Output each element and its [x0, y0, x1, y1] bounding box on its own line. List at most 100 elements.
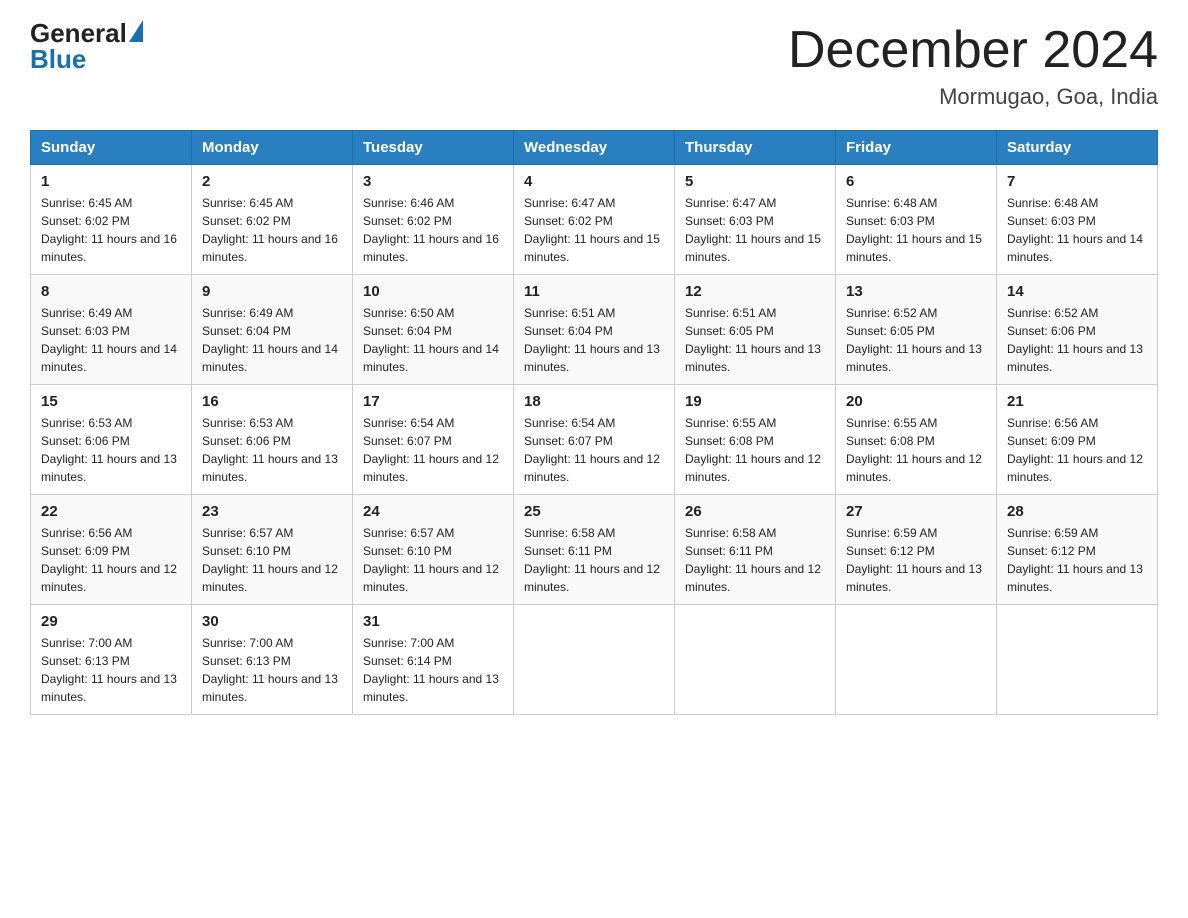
- col-thursday: Thursday: [675, 131, 836, 165]
- day-number: 5: [685, 173, 825, 190]
- day-info: Sunrise: 6:55 AMSunset: 6:08 PMDaylight:…: [685, 414, 825, 486]
- day-number: 26: [685, 503, 825, 520]
- day-number: 1: [41, 173, 181, 190]
- table-row: 17 Sunrise: 6:54 AMSunset: 6:07 PMDaylig…: [353, 385, 514, 495]
- day-number: 2: [202, 173, 342, 190]
- table-row: 23 Sunrise: 6:57 AMSunset: 6:10 PMDaylig…: [192, 495, 353, 605]
- day-info: Sunrise: 6:48 AMSunset: 6:03 PMDaylight:…: [1007, 194, 1147, 266]
- day-number: 15: [41, 393, 181, 410]
- table-row: 12 Sunrise: 6:51 AMSunset: 6:05 PMDaylig…: [675, 275, 836, 385]
- day-info: Sunrise: 6:59 AMSunset: 6:12 PMDaylight:…: [846, 524, 986, 596]
- table-row: 24 Sunrise: 6:57 AMSunset: 6:10 PMDaylig…: [353, 495, 514, 605]
- calendar-table: Sunday Monday Tuesday Wednesday Thursday…: [30, 130, 1158, 715]
- day-number: 11: [524, 283, 664, 300]
- day-number: 22: [41, 503, 181, 520]
- table-row: 28 Sunrise: 6:59 AMSunset: 6:12 PMDaylig…: [997, 495, 1158, 605]
- calendar-header-row: Sunday Monday Tuesday Wednesday Thursday…: [31, 131, 1158, 165]
- page-header: General Blue December 2024 Mormugao, Goa…: [30, 20, 1158, 110]
- day-number: 10: [363, 283, 503, 300]
- col-monday: Monday: [192, 131, 353, 165]
- day-number: 3: [363, 173, 503, 190]
- table-row: 25 Sunrise: 6:58 AMSunset: 6:11 PMDaylig…: [514, 495, 675, 605]
- table-row: 16 Sunrise: 6:53 AMSunset: 6:06 PMDaylig…: [192, 385, 353, 495]
- calendar-week-row: 22 Sunrise: 6:56 AMSunset: 6:09 PMDaylig…: [31, 495, 1158, 605]
- day-info: Sunrise: 6:48 AMSunset: 6:03 PMDaylight:…: [846, 194, 986, 266]
- table-row: 3 Sunrise: 6:46 AMSunset: 6:02 PMDayligh…: [353, 165, 514, 275]
- day-info: Sunrise: 6:49 AMSunset: 6:03 PMDaylight:…: [41, 304, 181, 376]
- day-number: 27: [846, 503, 986, 520]
- day-info: Sunrise: 6:45 AMSunset: 6:02 PMDaylight:…: [41, 194, 181, 266]
- day-number: 12: [685, 283, 825, 300]
- day-number: 28: [1007, 503, 1147, 520]
- day-number: 30: [202, 613, 342, 630]
- day-info: Sunrise: 6:53 AMSunset: 6:06 PMDaylight:…: [202, 414, 342, 486]
- table-row: 21 Sunrise: 6:56 AMSunset: 6:09 PMDaylig…: [997, 385, 1158, 495]
- day-number: 4: [524, 173, 664, 190]
- location-title: Mormugao, Goa, India: [788, 84, 1158, 110]
- day-number: 29: [41, 613, 181, 630]
- title-block: December 2024 Mormugao, Goa, India: [788, 20, 1158, 110]
- logo-blue-text: Blue: [30, 46, 143, 72]
- table-row: 9 Sunrise: 6:49 AMSunset: 6:04 PMDayligh…: [192, 275, 353, 385]
- table-row: 7 Sunrise: 6:48 AMSunset: 6:03 PMDayligh…: [997, 165, 1158, 275]
- day-info: Sunrise: 6:57 AMSunset: 6:10 PMDaylight:…: [202, 524, 342, 596]
- day-info: Sunrise: 6:47 AMSunset: 6:02 PMDaylight:…: [524, 194, 664, 266]
- col-sunday: Sunday: [31, 131, 192, 165]
- day-info: Sunrise: 6:47 AMSunset: 6:03 PMDaylight:…: [685, 194, 825, 266]
- month-title: December 2024: [788, 20, 1158, 80]
- day-number: 6: [846, 173, 986, 190]
- col-wednesday: Wednesday: [514, 131, 675, 165]
- table-row: 20 Sunrise: 6:55 AMSunset: 6:08 PMDaylig…: [836, 385, 997, 495]
- table-row: 6 Sunrise: 6:48 AMSunset: 6:03 PMDayligh…: [836, 165, 997, 275]
- day-number: 7: [1007, 173, 1147, 190]
- table-row: 14 Sunrise: 6:52 AMSunset: 6:06 PMDaylig…: [997, 275, 1158, 385]
- table-row: 19 Sunrise: 6:55 AMSunset: 6:08 PMDaylig…: [675, 385, 836, 495]
- day-number: 21: [1007, 393, 1147, 410]
- day-info: Sunrise: 7:00 AMSunset: 6:14 PMDaylight:…: [363, 634, 503, 706]
- day-number: 18: [524, 393, 664, 410]
- table-row: 30 Sunrise: 7:00 AMSunset: 6:13 PMDaylig…: [192, 605, 353, 715]
- day-info: Sunrise: 6:57 AMSunset: 6:10 PMDaylight:…: [363, 524, 503, 596]
- day-info: Sunrise: 6:58 AMSunset: 6:11 PMDaylight:…: [685, 524, 825, 596]
- table-row: 5 Sunrise: 6:47 AMSunset: 6:03 PMDayligh…: [675, 165, 836, 275]
- table-row: 18 Sunrise: 6:54 AMSunset: 6:07 PMDaylig…: [514, 385, 675, 495]
- day-number: 17: [363, 393, 503, 410]
- table-row: 2 Sunrise: 6:45 AMSunset: 6:02 PMDayligh…: [192, 165, 353, 275]
- calendar-week-row: 15 Sunrise: 6:53 AMSunset: 6:06 PMDaylig…: [31, 385, 1158, 495]
- day-number: 20: [846, 393, 986, 410]
- day-info: Sunrise: 6:54 AMSunset: 6:07 PMDaylight:…: [363, 414, 503, 486]
- day-info: Sunrise: 6:53 AMSunset: 6:06 PMDaylight:…: [41, 414, 181, 486]
- table-row: 29 Sunrise: 7:00 AMSunset: 6:13 PMDaylig…: [31, 605, 192, 715]
- day-info: Sunrise: 7:00 AMSunset: 6:13 PMDaylight:…: [41, 634, 181, 706]
- day-info: Sunrise: 6:52 AMSunset: 6:06 PMDaylight:…: [1007, 304, 1147, 376]
- table-row: 22 Sunrise: 6:56 AMSunset: 6:09 PMDaylig…: [31, 495, 192, 605]
- table-row: [836, 605, 997, 715]
- day-number: 9: [202, 283, 342, 300]
- day-info: Sunrise: 6:49 AMSunset: 6:04 PMDaylight:…: [202, 304, 342, 376]
- day-info: Sunrise: 6:55 AMSunset: 6:08 PMDaylight:…: [846, 414, 986, 486]
- table-row: 13 Sunrise: 6:52 AMSunset: 6:05 PMDaylig…: [836, 275, 997, 385]
- table-row: 8 Sunrise: 6:49 AMSunset: 6:03 PMDayligh…: [31, 275, 192, 385]
- calendar-week-row: 8 Sunrise: 6:49 AMSunset: 6:03 PMDayligh…: [31, 275, 1158, 385]
- logo: General Blue: [30, 20, 143, 72]
- table-row: 26 Sunrise: 6:58 AMSunset: 6:11 PMDaylig…: [675, 495, 836, 605]
- day-info: Sunrise: 6:46 AMSunset: 6:02 PMDaylight:…: [363, 194, 503, 266]
- day-number: 8: [41, 283, 181, 300]
- day-number: 25: [524, 503, 664, 520]
- col-tuesday: Tuesday: [353, 131, 514, 165]
- table-row: 10 Sunrise: 6:50 AMSunset: 6:04 PMDaylig…: [353, 275, 514, 385]
- day-number: 24: [363, 503, 503, 520]
- day-info: Sunrise: 6:51 AMSunset: 6:05 PMDaylight:…: [685, 304, 825, 376]
- table-row: [997, 605, 1158, 715]
- day-number: 13: [846, 283, 986, 300]
- logo-triangle-icon: [129, 20, 143, 42]
- table-row: 4 Sunrise: 6:47 AMSunset: 6:02 PMDayligh…: [514, 165, 675, 275]
- table-row: 31 Sunrise: 7:00 AMSunset: 6:14 PMDaylig…: [353, 605, 514, 715]
- day-number: 14: [1007, 283, 1147, 300]
- calendar-week-row: 1 Sunrise: 6:45 AMSunset: 6:02 PMDayligh…: [31, 165, 1158, 275]
- day-info: Sunrise: 6:58 AMSunset: 6:11 PMDaylight:…: [524, 524, 664, 596]
- table-row: 15 Sunrise: 6:53 AMSunset: 6:06 PMDaylig…: [31, 385, 192, 495]
- calendar-week-row: 29 Sunrise: 7:00 AMSunset: 6:13 PMDaylig…: [31, 605, 1158, 715]
- day-info: Sunrise: 6:59 AMSunset: 6:12 PMDaylight:…: [1007, 524, 1147, 596]
- table-row: 11 Sunrise: 6:51 AMSunset: 6:04 PMDaylig…: [514, 275, 675, 385]
